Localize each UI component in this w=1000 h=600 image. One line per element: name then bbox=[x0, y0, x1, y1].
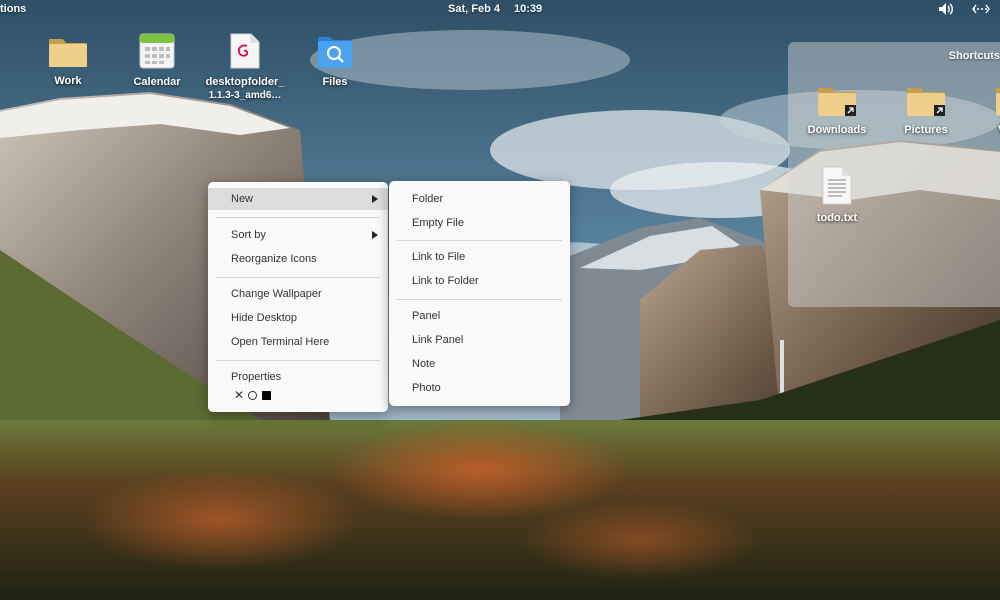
menu-item-label: Photo bbox=[412, 382, 441, 394]
menu-separator bbox=[216, 277, 380, 278]
desktop-item-deb-package[interactable]: desktopfolder_ 1.1.3-3_amd6… bbox=[200, 30, 290, 102]
folder-link-icon bbox=[818, 88, 856, 116]
submenu-item-photo[interactable]: Photo bbox=[389, 377, 570, 399]
desktop-item-label-line2: 1.1.3-3_amd6… bbox=[208, 90, 282, 101]
menu-item-sort-by[interactable]: Sort by bbox=[208, 224, 388, 246]
new-submenu: Folder Empty File Link to File Link to F… bbox=[389, 181, 570, 406]
menu-item-change-wallpaper[interactable]: Change Wallpaper bbox=[208, 283, 388, 305]
shortcut-pictures[interactable]: Pictures bbox=[881, 82, 971, 137]
desktop-item-work[interactable]: Work bbox=[23, 33, 113, 88]
submenu-item-link-panel[interactable]: Link Panel bbox=[389, 329, 570, 351]
shortcut-todo[interactable]: todo.txt bbox=[792, 164, 882, 225]
swatch-white[interactable] bbox=[248, 391, 257, 400]
menu-separator bbox=[397, 299, 562, 300]
system-indicators bbox=[938, 2, 990, 19]
desktop-item-label: Calendar bbox=[133, 76, 181, 88]
shortcut-partial[interactable]: V bbox=[968, 82, 1000, 137]
desktop-item-label-line1: desktopfolder_ bbox=[205, 76, 285, 88]
applications-menu-button[interactable]: tions bbox=[0, 3, 26, 15]
folder-link-icon bbox=[996, 88, 1000, 116]
submenu-item-link-to-folder[interactable]: Link to Folder bbox=[389, 270, 570, 292]
submenu-arrow-icon bbox=[372, 231, 378, 239]
desktop-item-label: Files bbox=[322, 76, 348, 88]
shortcuts-title: Shortcuts bbox=[948, 50, 1000, 62]
menu-item-label: Properties bbox=[231, 371, 282, 383]
files-icon bbox=[318, 37, 352, 68]
debian-package-icon bbox=[230, 33, 260, 69]
menu-item-label: Change Wallpaper bbox=[231, 288, 322, 300]
menu-item-open-terminal[interactable]: Open Terminal Here bbox=[208, 331, 388, 353]
menu-item-label: Link to File bbox=[412, 251, 466, 263]
submenu-item-note[interactable]: Note bbox=[389, 353, 570, 375]
folder-link-icon bbox=[907, 88, 945, 116]
menu-item-hide-desktop[interactable]: Hide Desktop bbox=[208, 307, 388, 329]
submenu-item-empty-file[interactable]: Empty File bbox=[389, 212, 570, 234]
submenu-item-panel[interactable]: Panel bbox=[389, 305, 570, 327]
menu-item-label: Open Terminal Here bbox=[231, 336, 330, 348]
shortcut-label: V bbox=[968, 124, 1000, 137]
menu-item-label: Reorganize Icons bbox=[231, 253, 317, 265]
submenu-arrow-icon bbox=[372, 195, 378, 203]
color-swatches: ✕ bbox=[234, 389, 271, 401]
menu-item-label: Hide Desktop bbox=[231, 312, 298, 324]
folder-icon bbox=[49, 39, 87, 67]
network-wired-icon[interactable] bbox=[972, 2, 990, 19]
swatch-black[interactable] bbox=[262, 391, 271, 400]
volume-icon[interactable] bbox=[938, 2, 954, 19]
swatch-none-icon[interactable]: ✕ bbox=[234, 389, 244, 401]
desktop-context-menu: New Sort by Reorganize Icons Change Wall… bbox=[208, 182, 388, 412]
menu-item-new[interactable]: New bbox=[208, 188, 388, 210]
shortcut-label: todo.txt bbox=[816, 212, 858, 224]
menu-item-label: Panel bbox=[412, 310, 441, 322]
menu-separator bbox=[216, 217, 380, 218]
desktop-item-files[interactable]: Files bbox=[290, 32, 380, 89]
shortcut-label: Pictures bbox=[904, 124, 948, 136]
desktop-item-label: Work bbox=[54, 75, 82, 87]
submenu-item-folder[interactable]: Folder bbox=[389, 188, 570, 210]
desktop-item-calendar[interactable]: Calendar bbox=[112, 32, 202, 89]
text-file-icon bbox=[822, 166, 852, 205]
menu-item-label: Link to Folder bbox=[412, 275, 479, 287]
date-time-indicator[interactable]: Sat, Feb 4 10:39 bbox=[448, 3, 556, 15]
submenu-item-link-to-file[interactable]: Link to File bbox=[389, 246, 570, 268]
menu-item-label: Note bbox=[412, 358, 436, 370]
calendar-icon bbox=[139, 33, 175, 69]
shortcut-downloads[interactable]: Downloads bbox=[792, 82, 882, 137]
shortcut-label: Downloads bbox=[807, 124, 867, 136]
menu-item-reorganize-icons[interactable]: Reorganize Icons bbox=[208, 248, 388, 270]
time-label: 10:39 bbox=[513, 3, 543, 15]
menu-item-label: New bbox=[231, 193, 254, 205]
menu-separator bbox=[397, 240, 562, 241]
menu-item-label: Folder bbox=[412, 193, 444, 205]
date-label: Sat, Feb 4 bbox=[448, 3, 500, 15]
menu-item-properties[interactable]: Properties bbox=[208, 366, 388, 388]
menu-item-label: Link Panel bbox=[412, 334, 464, 346]
menu-item-label: Sort by bbox=[231, 229, 266, 241]
top-panel: tions Sat, Feb 4 10:39 bbox=[0, 0, 1000, 20]
menu-separator bbox=[216, 360, 380, 361]
menu-item-label: Empty File bbox=[412, 217, 464, 229]
